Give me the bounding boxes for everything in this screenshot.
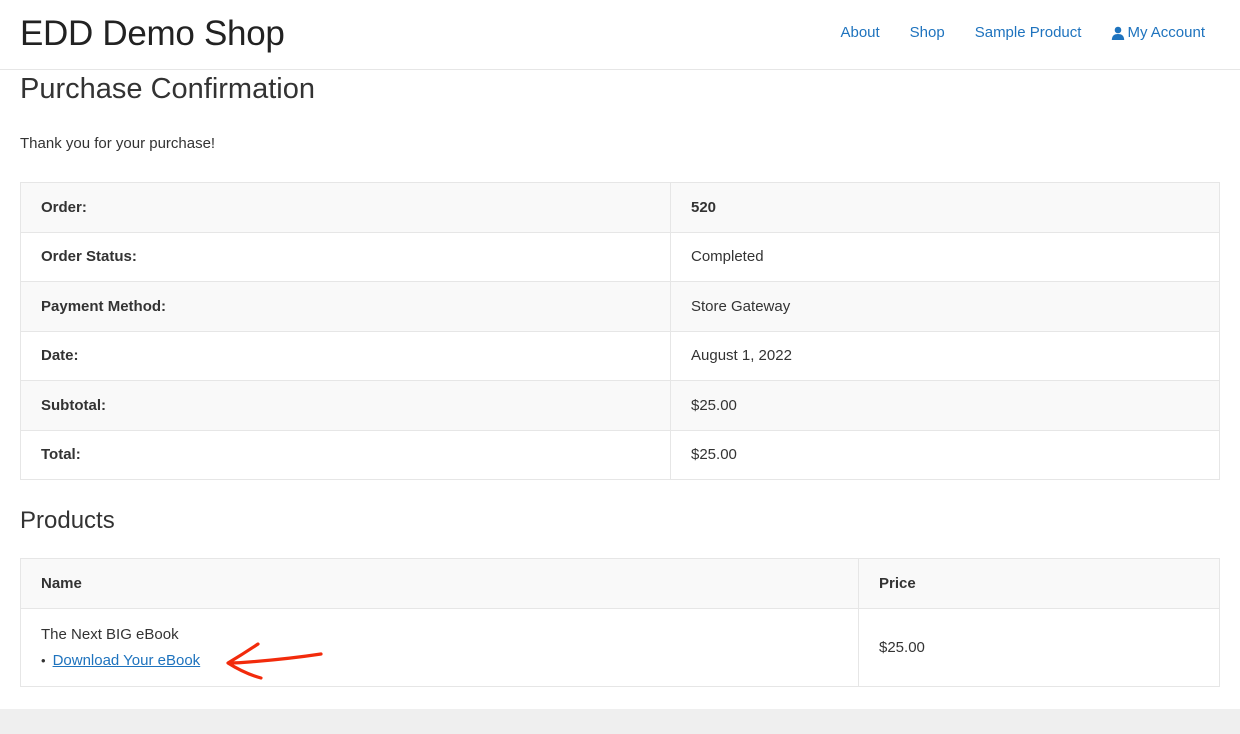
main-nav: About Shop Sample Product My Account <box>840 24 1205 41</box>
receipt-row-order: Order: 520 <box>20 182 1220 233</box>
products-heading: Products <box>20 507 115 534</box>
products-table: Name Price The Next BIG eBook • Download… <box>20 558 1220 687</box>
user-icon <box>1112 26 1125 40</box>
payment-method-label: Payment Method: <box>20 281 671 332</box>
order-status-value: Completed <box>670 231 1220 282</box>
hand-drawn-arrow-icon <box>226 642 323 680</box>
column-header-name: Name <box>20 558 859 609</box>
site-header: EDD Demo Shop About Shop Sample Product … <box>0 0 1240 70</box>
date-value: August 1, 2022 <box>670 330 1220 381</box>
nav-shop[interactable]: Shop <box>910 24 945 41</box>
nav-my-account-label: My Account <box>1127 24 1205 41</box>
receipt-row-order-status: Order Status: Completed <box>20 231 1220 282</box>
site-title[interactable]: EDD Demo Shop <box>20 14 285 54</box>
receipt-row-total: Total: $25.00 <box>20 429 1220 480</box>
nav-about[interactable]: About <box>840 24 879 41</box>
footer <box>0 709 1240 734</box>
purchase-receipt-table: Order: 520 Order Status: Completed Payme… <box>20 182 1220 480</box>
thank-you-message: Thank you for your purchase! <box>20 135 216 152</box>
order-label: Order: <box>20 182 671 233</box>
column-header-price: Price <box>858 558 1220 609</box>
product-name-cell: The Next BIG eBook • Download Your eBook <box>20 608 859 687</box>
total-value: $25.00 <box>670 429 1220 480</box>
subtotal-label: Subtotal: <box>20 380 671 431</box>
payment-method-value: Store Gateway <box>670 281 1220 332</box>
product-price: $25.00 <box>858 608 1220 687</box>
nav-my-account[interactable]: My Account <box>1111 24 1205 41</box>
total-label: Total: <box>20 429 671 480</box>
receipt-row-subtotal: Subtotal: $25.00 <box>20 380 1220 431</box>
product-name: The Next BIG eBook <box>41 626 179 643</box>
nav-sample-product[interactable]: Sample Product <box>975 24 1082 41</box>
receipt-row-payment-method: Payment Method: Store Gateway <box>20 281 1220 332</box>
date-label: Date: <box>20 330 671 381</box>
page-title: Purchase Confirmation <box>20 73 315 105</box>
product-row: The Next BIG eBook • Download Your eBook… <box>20 608 1220 687</box>
download-ebook-link[interactable]: Download Your eBook <box>53 652 201 669</box>
receipt-row-date: Date: August 1, 2022 <box>20 330 1220 381</box>
subtotal-value: $25.00 <box>670 380 1220 431</box>
products-header-row: Name Price <box>20 558 1220 609</box>
download-list-item: • Download Your eBook <box>41 642 838 680</box>
order-value: 520 <box>670 182 1220 233</box>
order-status-label: Order Status: <box>20 231 671 282</box>
bullet-icon: • <box>41 653 46 668</box>
